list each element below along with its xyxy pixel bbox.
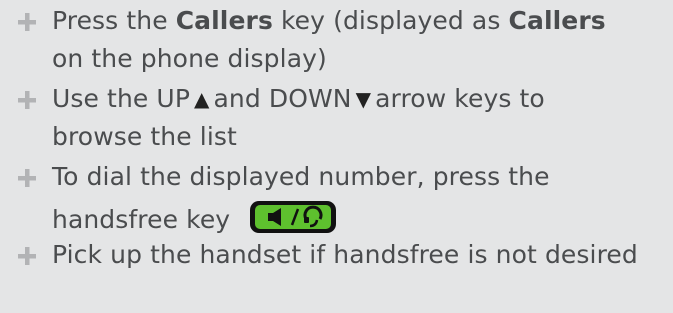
plus-bullet-icon bbox=[14, 87, 40, 113]
text-segment: handsfree key bbox=[52, 205, 231, 234]
text-segment: Press the bbox=[52, 6, 176, 35]
plus-bullet-icon bbox=[14, 243, 40, 269]
down-arrow-icon: ▼ bbox=[355, 87, 372, 111]
speaker-handset-key-icon bbox=[248, 199, 338, 235]
callers-display-label: Callers bbox=[508, 6, 606, 35]
instruction-line: Use the UP ▲ and DOWN ▼ arrow keys to bbox=[52, 83, 545, 115]
callers-key-name: Callers bbox=[175, 6, 273, 35]
instruction-line: Pick up the handset if handsfree is not … bbox=[52, 240, 638, 269]
instruction-line: To dial the displayed number, press the bbox=[52, 162, 550, 191]
text-segment: arrow keys to bbox=[375, 84, 545, 113]
plus-bullet-icon bbox=[14, 9, 40, 35]
instruction-line: Press the Callers key (displayed as Call… bbox=[52, 5, 606, 37]
instruction-line: handsfree key bbox=[52, 199, 338, 236]
text-segment: key (displayed as bbox=[272, 6, 509, 35]
plus-bullet-icon bbox=[14, 165, 40, 191]
up-arrow-icon: ▲ bbox=[194, 87, 210, 111]
text-segment: and DOWN bbox=[213, 84, 352, 113]
text-segment: Use the UP bbox=[52, 84, 190, 113]
instruction-line: on the phone display) bbox=[52, 44, 327, 73]
instruction-line: browse the list bbox=[52, 122, 237, 151]
instruction-list: Press the Callers key (displayed as Call… bbox=[0, 0, 673, 313]
